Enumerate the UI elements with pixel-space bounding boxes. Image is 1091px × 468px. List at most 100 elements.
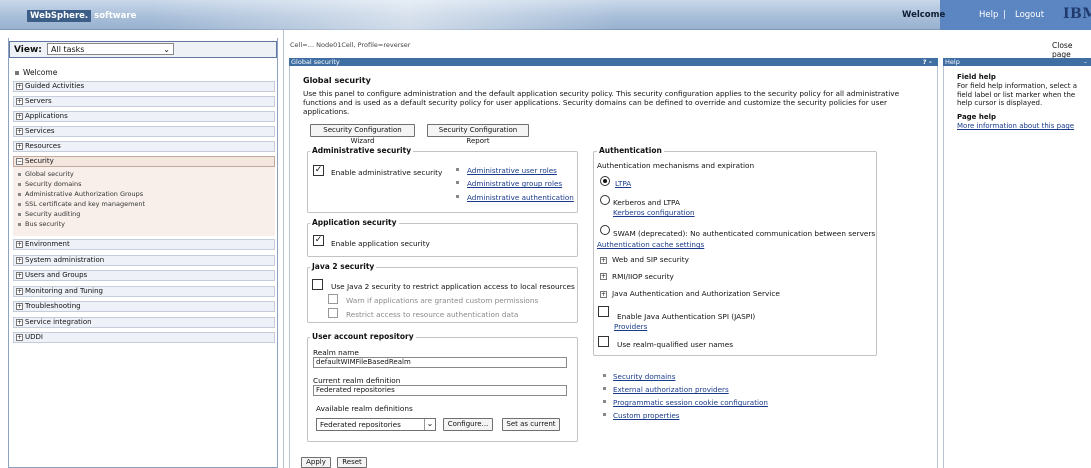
more-info-link[interactable]: More information about this page [957, 122, 1074, 131]
field-help-title: Field help [957, 73, 996, 81]
available-realm-label: Available realm definitions [316, 404, 413, 413]
realm-qualified-names-checkbox[interactable] [598, 336, 609, 347]
external-authorization-providers-link[interactable]: External authorization providers [613, 385, 729, 394]
sub-label: Administrative Authorization Groups [25, 190, 144, 198]
swam-radio[interactable] [600, 225, 610, 235]
admin-authentication-link[interactable]: Administrative authentication [467, 193, 574, 202]
expand-icon: + [16, 97, 23, 105]
nav-bus-security[interactable]: Bus security [18, 220, 65, 228]
view-label: View: [14, 45, 42, 55]
nav-services[interactable]: + Services [13, 126, 275, 137]
bullet-icon [18, 172, 21, 176]
nav-admin-auth-groups[interactable]: Administrative Authorization Groups [18, 190, 143, 198]
nav-resources[interactable]: + Resources [13, 141, 275, 152]
logo-text: software [94, 10, 137, 21]
websphere-logo: WebSphere. software [27, 9, 136, 22]
nav-applications[interactable]: + Applications [13, 111, 275, 122]
logout-link[interactable]: Logout [1015, 10, 1044, 20]
bullet-icon [18, 222, 21, 226]
nav-system-administration[interactable]: + System administration [13, 255, 275, 266]
reset-button[interactable]: Reset [337, 457, 367, 468]
breadcrumb[interactable]: Cell=… Node01Cell, Profile=reverser [290, 41, 410, 49]
kerberos-configuration-link[interactable]: Kerberos configuration [613, 208, 695, 217]
expand-icon: + [16, 256, 23, 264]
expand-icon: + [16, 271, 23, 279]
nav-welcome-label: Welcome [23, 68, 58, 77]
expand-icon[interactable]: + [600, 291, 607, 298]
nav-welcome[interactable]: Welcome [15, 68, 57, 77]
close-page-link[interactable]: Close page [1052, 41, 1091, 59]
nav-security-auditing[interactable]: Security auditing [18, 210, 80, 218]
nav-global-security[interactable]: Global security [18, 170, 74, 178]
nav-service-integration[interactable]: + Service integration [13, 317, 275, 328]
current-realm-label: Current realm definition [313, 376, 401, 385]
jaas-label: Java Authentication and Authorization Se… [612, 289, 780, 298]
bullet-icon [456, 168, 459, 171]
use-java2-security-checkbox[interactable] [312, 279, 323, 290]
nav-troubleshooting[interactable]: + Troubleshooting [13, 301, 275, 312]
bullet-icon [18, 202, 21, 206]
admin-group-roles-link[interactable]: Administrative group roles [467, 179, 562, 188]
nav-label: Users and Groups [25, 271, 88, 279]
kerberos-ltpa-radio[interactable] [600, 195, 610, 205]
expand-icon[interactable]: + [600, 257, 607, 264]
nav-security[interactable]: − Security [13, 156, 275, 167]
jaspi-providers-link[interactable]: Providers [614, 322, 647, 331]
configure-button[interactable]: Configure... [443, 418, 493, 431]
apply-button[interactable]: Apply [301, 457, 331, 468]
user-repository-title: User account repository [310, 332, 416, 341]
page-help-title: Page help [957, 113, 997, 121]
custom-properties-link[interactable]: Custom properties [613, 411, 680, 420]
nav-environment[interactable]: + Environment [13, 239, 275, 250]
enable-jaspi-label: Enable Java Authentication SPI (JASPI) [617, 312, 756, 321]
ltpa-radio[interactable] [600, 176, 610, 186]
expand-icon[interactable]: + [600, 273, 607, 280]
view-selected: All tasks [51, 45, 85, 54]
nav-ssl-certificate[interactable]: SSL certificate and key management [18, 200, 145, 208]
logo-box: WebSphere. [27, 9, 92, 22]
nav-label: Security [25, 157, 54, 165]
auth-mechanisms-label: Authentication mechanisms and expiration [597, 161, 755, 170]
realm-name-field[interactable]: defaultWIMFileBasedRealm [313, 357, 567, 368]
minimize-icon[interactable]: – [1084, 58, 1087, 66]
ltpa-link[interactable]: LTPA [615, 179, 631, 188]
nav-label: Service integration [25, 318, 92, 326]
rmi-iiop-security-label: RMI/IIOP security [612, 272, 674, 281]
available-realm-value: Federated repositories [320, 420, 401, 429]
warn-custom-permissions-checkbox[interactable] [328, 294, 338, 304]
help-link[interactable]: Help [979, 10, 998, 20]
view-bar: View: All tasks ⌄ [9, 41, 277, 58]
restrict-access-checkbox[interactable] [328, 308, 338, 318]
nav-label: Monitoring and Tuning [25, 287, 103, 295]
help-title-bar: Help – [943, 58, 1091, 66]
nav-security-domains[interactable]: Security domains [18, 180, 82, 188]
security-domains-link[interactable]: Security domains [613, 372, 675, 381]
panel-divider [283, 30, 284, 468]
nav-guided-activities[interactable]: + Guided Activities [13, 81, 275, 92]
set-as-current-button[interactable]: Set as current [502, 418, 560, 431]
panel-help-icon[interactable]: ? – [923, 58, 932, 66]
security-configuration-report-button[interactable]: Security Configuration Report [427, 124, 529, 145]
nav-servers[interactable]: + Servers [13, 96, 275, 107]
bullet-icon [18, 192, 21, 196]
nav-uddi[interactable]: + UDDI [13, 332, 275, 343]
security-configuration-wizard-button[interactable]: Security Configuration Wizard [310, 124, 415, 145]
expand-icon: + [16, 287, 23, 295]
authentication-title: Authentication [597, 146, 664, 155]
collapse-icon: − [16, 157, 23, 165]
available-realm-select[interactable]: Federated repositories ⌄ [316, 418, 436, 431]
ibm-logo: IBM [1063, 6, 1091, 22]
enable-admin-security-checkbox[interactable]: ✓ [313, 165, 324, 176]
auth-cache-settings-link[interactable]: Authentication cache settings [597, 240, 704, 249]
nav-users-groups[interactable]: + Users and Groups [13, 270, 275, 281]
header-separator: | [1003, 10, 1006, 20]
nav-label: Applications [25, 112, 68, 120]
bullet-icon [18, 212, 21, 216]
kerberos-ltpa-label: Kerberos and LTPA [613, 198, 680, 207]
view-select[interactable]: All tasks ⌄ [47, 43, 174, 55]
programmatic-session-cookie-link[interactable]: Programmatic session cookie configuratio… [613, 398, 768, 407]
admin-user-roles-link[interactable]: Administrative user roles [467, 166, 557, 175]
enable-jaspi-checkbox[interactable] [598, 306, 609, 317]
nav-monitoring-tuning[interactable]: + Monitoring and Tuning [13, 286, 275, 297]
enable-app-security-checkbox[interactable]: ✓ [313, 235, 324, 246]
